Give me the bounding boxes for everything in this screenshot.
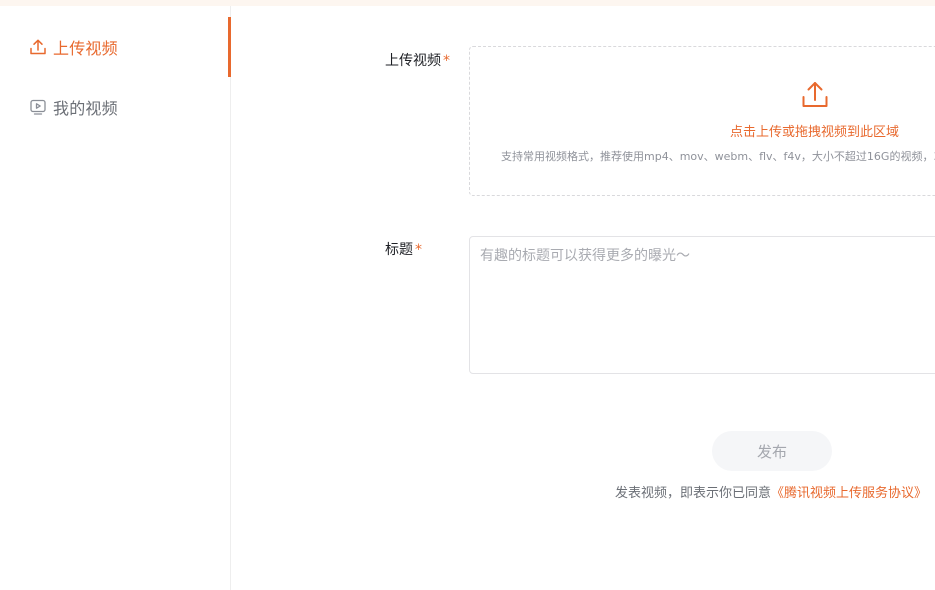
video-upload-dropzone[interactable]: 点击上传或拖拽视频到此区域 支持常用视频格式，推荐使用mp4、mov、webm、… bbox=[469, 46, 935, 196]
sidebar-item-label: 上传视频 bbox=[53, 39, 118, 58]
sidebar-item-upload-video[interactable]: 上传视频 bbox=[0, 17, 231, 77]
title-label: 标题 * bbox=[385, 239, 422, 259]
upload-icon bbox=[800, 80, 830, 110]
sidebar-item-label: 我的视频 bbox=[53, 99, 118, 118]
active-indicator bbox=[228, 17, 231, 77]
sidebar: 上传视频 我的视频 bbox=[0, 6, 231, 590]
upload-icon bbox=[29, 38, 47, 56]
upload-video-label: 上传视频 * bbox=[385, 50, 450, 70]
service-agreement-link[interactable]: 《腾讯视频上传服务协议》 bbox=[771, 486, 927, 501]
title-field-wrapper bbox=[469, 236, 935, 374]
publish-button[interactable]: 发布 bbox=[712, 431, 832, 471]
video-play-icon bbox=[29, 98, 47, 116]
upload-format-hint: 支持常用视频格式，推荐使用mp4、mov、webm、flv、f4v，大小不超过1… bbox=[501, 150, 935, 163]
required-mark: * bbox=[415, 242, 422, 258]
upload-video-label-text: 上传视频 bbox=[385, 53, 441, 69]
sidebar-item-my-videos[interactable]: 我的视频 bbox=[0, 77, 231, 137]
upload-prompt: 点击上传或拖拽视频到此区域 bbox=[730, 125, 900, 140]
agreement-prefix: 发表视频，即表示你已同意 bbox=[615, 486, 772, 501]
agreement-notice: 发表视频，即表示你已同意《腾讯视频上传服务协议》 bbox=[615, 482, 927, 501]
title-label-text: 标题 bbox=[385, 242, 413, 258]
title-input[interactable] bbox=[470, 237, 935, 373]
required-mark: * bbox=[443, 53, 450, 69]
